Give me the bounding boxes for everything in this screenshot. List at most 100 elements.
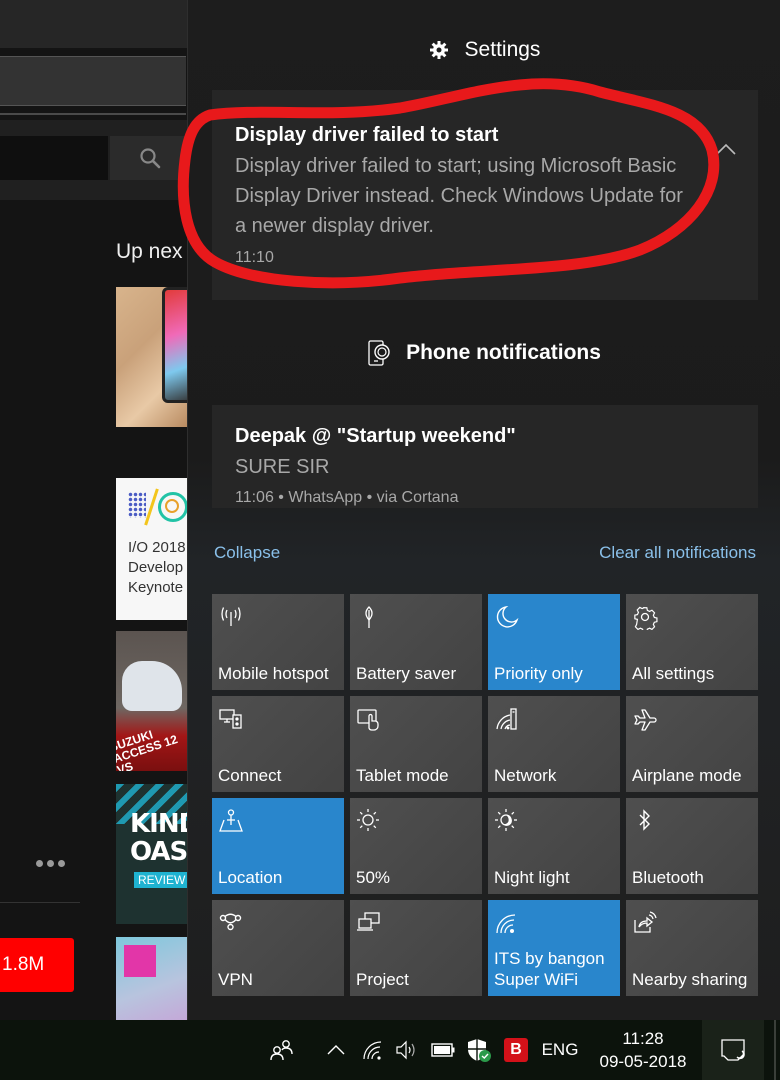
quick-action-label: Bluetooth bbox=[632, 868, 704, 887]
quick-action-project[interactable]: Project bbox=[350, 900, 482, 996]
divider bbox=[0, 113, 186, 115]
quick-action-airplane-mode[interactable]: Airplane mode bbox=[626, 696, 758, 792]
youtube-search-input[interactable] bbox=[0, 136, 108, 180]
clock-date: 09-05-2018 bbox=[599, 1052, 687, 1071]
subscriber-count: 1.8M bbox=[2, 954, 45, 975]
input-language-button[interactable]: ENG bbox=[536, 1020, 584, 1080]
phone-image bbox=[162, 287, 188, 403]
quick-action-network[interactable]: Network bbox=[488, 696, 620, 792]
battery-tray-button[interactable] bbox=[428, 1020, 458, 1080]
volume-icon bbox=[396, 1040, 415, 1060]
wifi-icon bbox=[363, 1041, 382, 1060]
bitdefender-tray-button[interactable]: B bbox=[502, 1020, 530, 1080]
thumbnail-text: I/O 2018 Develop Keynote bbox=[128, 539, 186, 596]
more-horizontal-icon[interactable] bbox=[36, 860, 65, 867]
tablet-mode-icon bbox=[357, 709, 379, 731]
browser-tab-strip bbox=[0, 0, 190, 48]
quick-action-battery-saver[interactable]: Battery saver bbox=[350, 594, 482, 690]
quick-action-label: 50% bbox=[356, 868, 391, 887]
quick-action-label: Connect bbox=[218, 766, 282, 785]
video-thumbnail[interactable] bbox=[116, 287, 188, 427]
browser-address-bar[interactable] bbox=[0, 56, 186, 106]
video-thumbnail[interactable]: I/O 2018 Develop Keynote bbox=[116, 478, 188, 620]
quick-action-priority-only[interactable]: Priority only bbox=[488, 594, 620, 690]
action-center-panel: Settings Display driver failed to start … bbox=[187, 0, 780, 1020]
show-desktop-button[interactable] bbox=[774, 1020, 776, 1080]
nearby-sharing-icon bbox=[634, 911, 657, 933]
gear-icon bbox=[634, 606, 658, 630]
chevron-up-icon bbox=[327, 1045, 345, 1055]
night-light-icon bbox=[495, 809, 517, 831]
clear-all-notifications-link[interactable]: Clear all notifications bbox=[599, 543, 756, 563]
thumbnail-text: SUZUKI ACCESS 12 VS bbox=[116, 727, 180, 771]
divider bbox=[0, 902, 80, 903]
wifi-icon bbox=[496, 914, 516, 934]
quick-action-bluetooth[interactable]: Bluetooth bbox=[626, 798, 758, 894]
quick-action-label: Network bbox=[494, 766, 557, 785]
network-icon bbox=[496, 708, 517, 730]
moon-icon bbox=[496, 605, 519, 628]
quick-action-label: Night light bbox=[494, 868, 570, 887]
volume-tray-button[interactable] bbox=[392, 1020, 422, 1080]
quick-action-label: ITS by bangon Super WiFi bbox=[494, 949, 605, 989]
windows-defender-tray-button[interactable] bbox=[464, 1020, 494, 1080]
quick-action-brightness[interactable]: 50% bbox=[350, 798, 482, 894]
action-center-icon bbox=[721, 1039, 745, 1061]
bitdefender-icon: B bbox=[504, 1038, 528, 1062]
video-thumbnail[interactable]: KIND OASIS REVIEW bbox=[116, 784, 188, 924]
airplane-icon bbox=[634, 709, 657, 731]
bluetooth-icon bbox=[639, 809, 650, 831]
clock-button[interactable]: 11:28 09-05-2018 bbox=[590, 1020, 696, 1080]
location-icon bbox=[219, 809, 243, 832]
clock-time: 11:28 bbox=[622, 1029, 664, 1048]
gear-icon bbox=[429, 41, 448, 59]
quick-action-label: Project bbox=[356, 970, 409, 989]
chevron-up-icon bbox=[716, 143, 736, 155]
notification-card[interactable]: Deepak @ "Startup weekend" SURE SIR 11:0… bbox=[212, 405, 758, 508]
vpn-icon bbox=[219, 913, 242, 931]
phone-group-label: Phone notifications bbox=[406, 341, 601, 364]
windows-logo-icon bbox=[124, 945, 156, 977]
defender-icon bbox=[468, 1039, 491, 1062]
quick-action-location[interactable]: Location bbox=[212, 798, 344, 894]
notification-meta: 11:06 • WhatsApp • via Cortana bbox=[235, 489, 459, 506]
people-button[interactable] bbox=[262, 1020, 302, 1080]
subscribe-button[interactable]: 1.8M bbox=[0, 938, 74, 992]
settings-group-label: Settings bbox=[464, 38, 541, 61]
quick-action-nearby-sharing[interactable]: Nearby sharing bbox=[626, 900, 758, 996]
collapse-link[interactable]: Collapse bbox=[214, 543, 280, 563]
notification-card[interactable]: Display driver failed to start Display d… bbox=[212, 90, 758, 300]
quick-action-wifi[interactable]: ITS by bangon Super WiFi bbox=[488, 900, 620, 996]
notification-title: Display driver failed to start bbox=[235, 124, 499, 146]
collapse-notification-button[interactable] bbox=[716, 142, 736, 160]
network-tray-button[interactable] bbox=[358, 1020, 388, 1080]
io-logo-dots bbox=[128, 492, 146, 518]
settings-notification-group-header[interactable]: Settings bbox=[188, 38, 780, 62]
notification-title: Deepak @ "Startup weekend" bbox=[235, 425, 516, 447]
quick-action-night-light[interactable]: Night light bbox=[488, 798, 620, 894]
io-logo-slash bbox=[144, 488, 159, 526]
quick-action-mobile-hotspot[interactable]: Mobile hotspot bbox=[212, 594, 344, 690]
quick-action-label: Mobile hotspot bbox=[218, 664, 329, 683]
taskbar: B ENG 11:28 09-05-2018 bbox=[0, 1020, 780, 1080]
action-center-button[interactable] bbox=[702, 1020, 764, 1080]
hotspot-icon bbox=[221, 607, 241, 626]
quick-action-tablet-mode[interactable]: Tablet mode bbox=[350, 696, 482, 792]
search-icon bbox=[140, 148, 161, 169]
quick-action-label: Tablet mode bbox=[356, 766, 449, 785]
notification-body: Display driver failed to start; using Mi… bbox=[235, 155, 683, 237]
scooter-image bbox=[122, 661, 182, 711]
notification-time: 11:10 bbox=[235, 249, 274, 266]
phone-icon bbox=[368, 340, 390, 366]
video-thumbnail[interactable] bbox=[116, 937, 188, 1020]
youtube-search-button[interactable] bbox=[110, 136, 190, 180]
thumbnail-text: KIND OASIS bbox=[130, 809, 188, 867]
video-thumbnail[interactable]: SUZUKI ACCESS 12 VS bbox=[116, 631, 188, 771]
phone-notifications-group-header[interactable]: Phone notifications bbox=[188, 340, 780, 366]
brightness-icon bbox=[357, 809, 379, 831]
project-icon bbox=[357, 912, 380, 931]
quick-action-connect[interactable]: Connect bbox=[212, 696, 344, 792]
quick-action-all-settings[interactable]: All settings bbox=[626, 594, 758, 690]
show-hidden-icons-button[interactable] bbox=[320, 1020, 352, 1080]
quick-action-vpn[interactable]: VPN bbox=[212, 900, 344, 996]
